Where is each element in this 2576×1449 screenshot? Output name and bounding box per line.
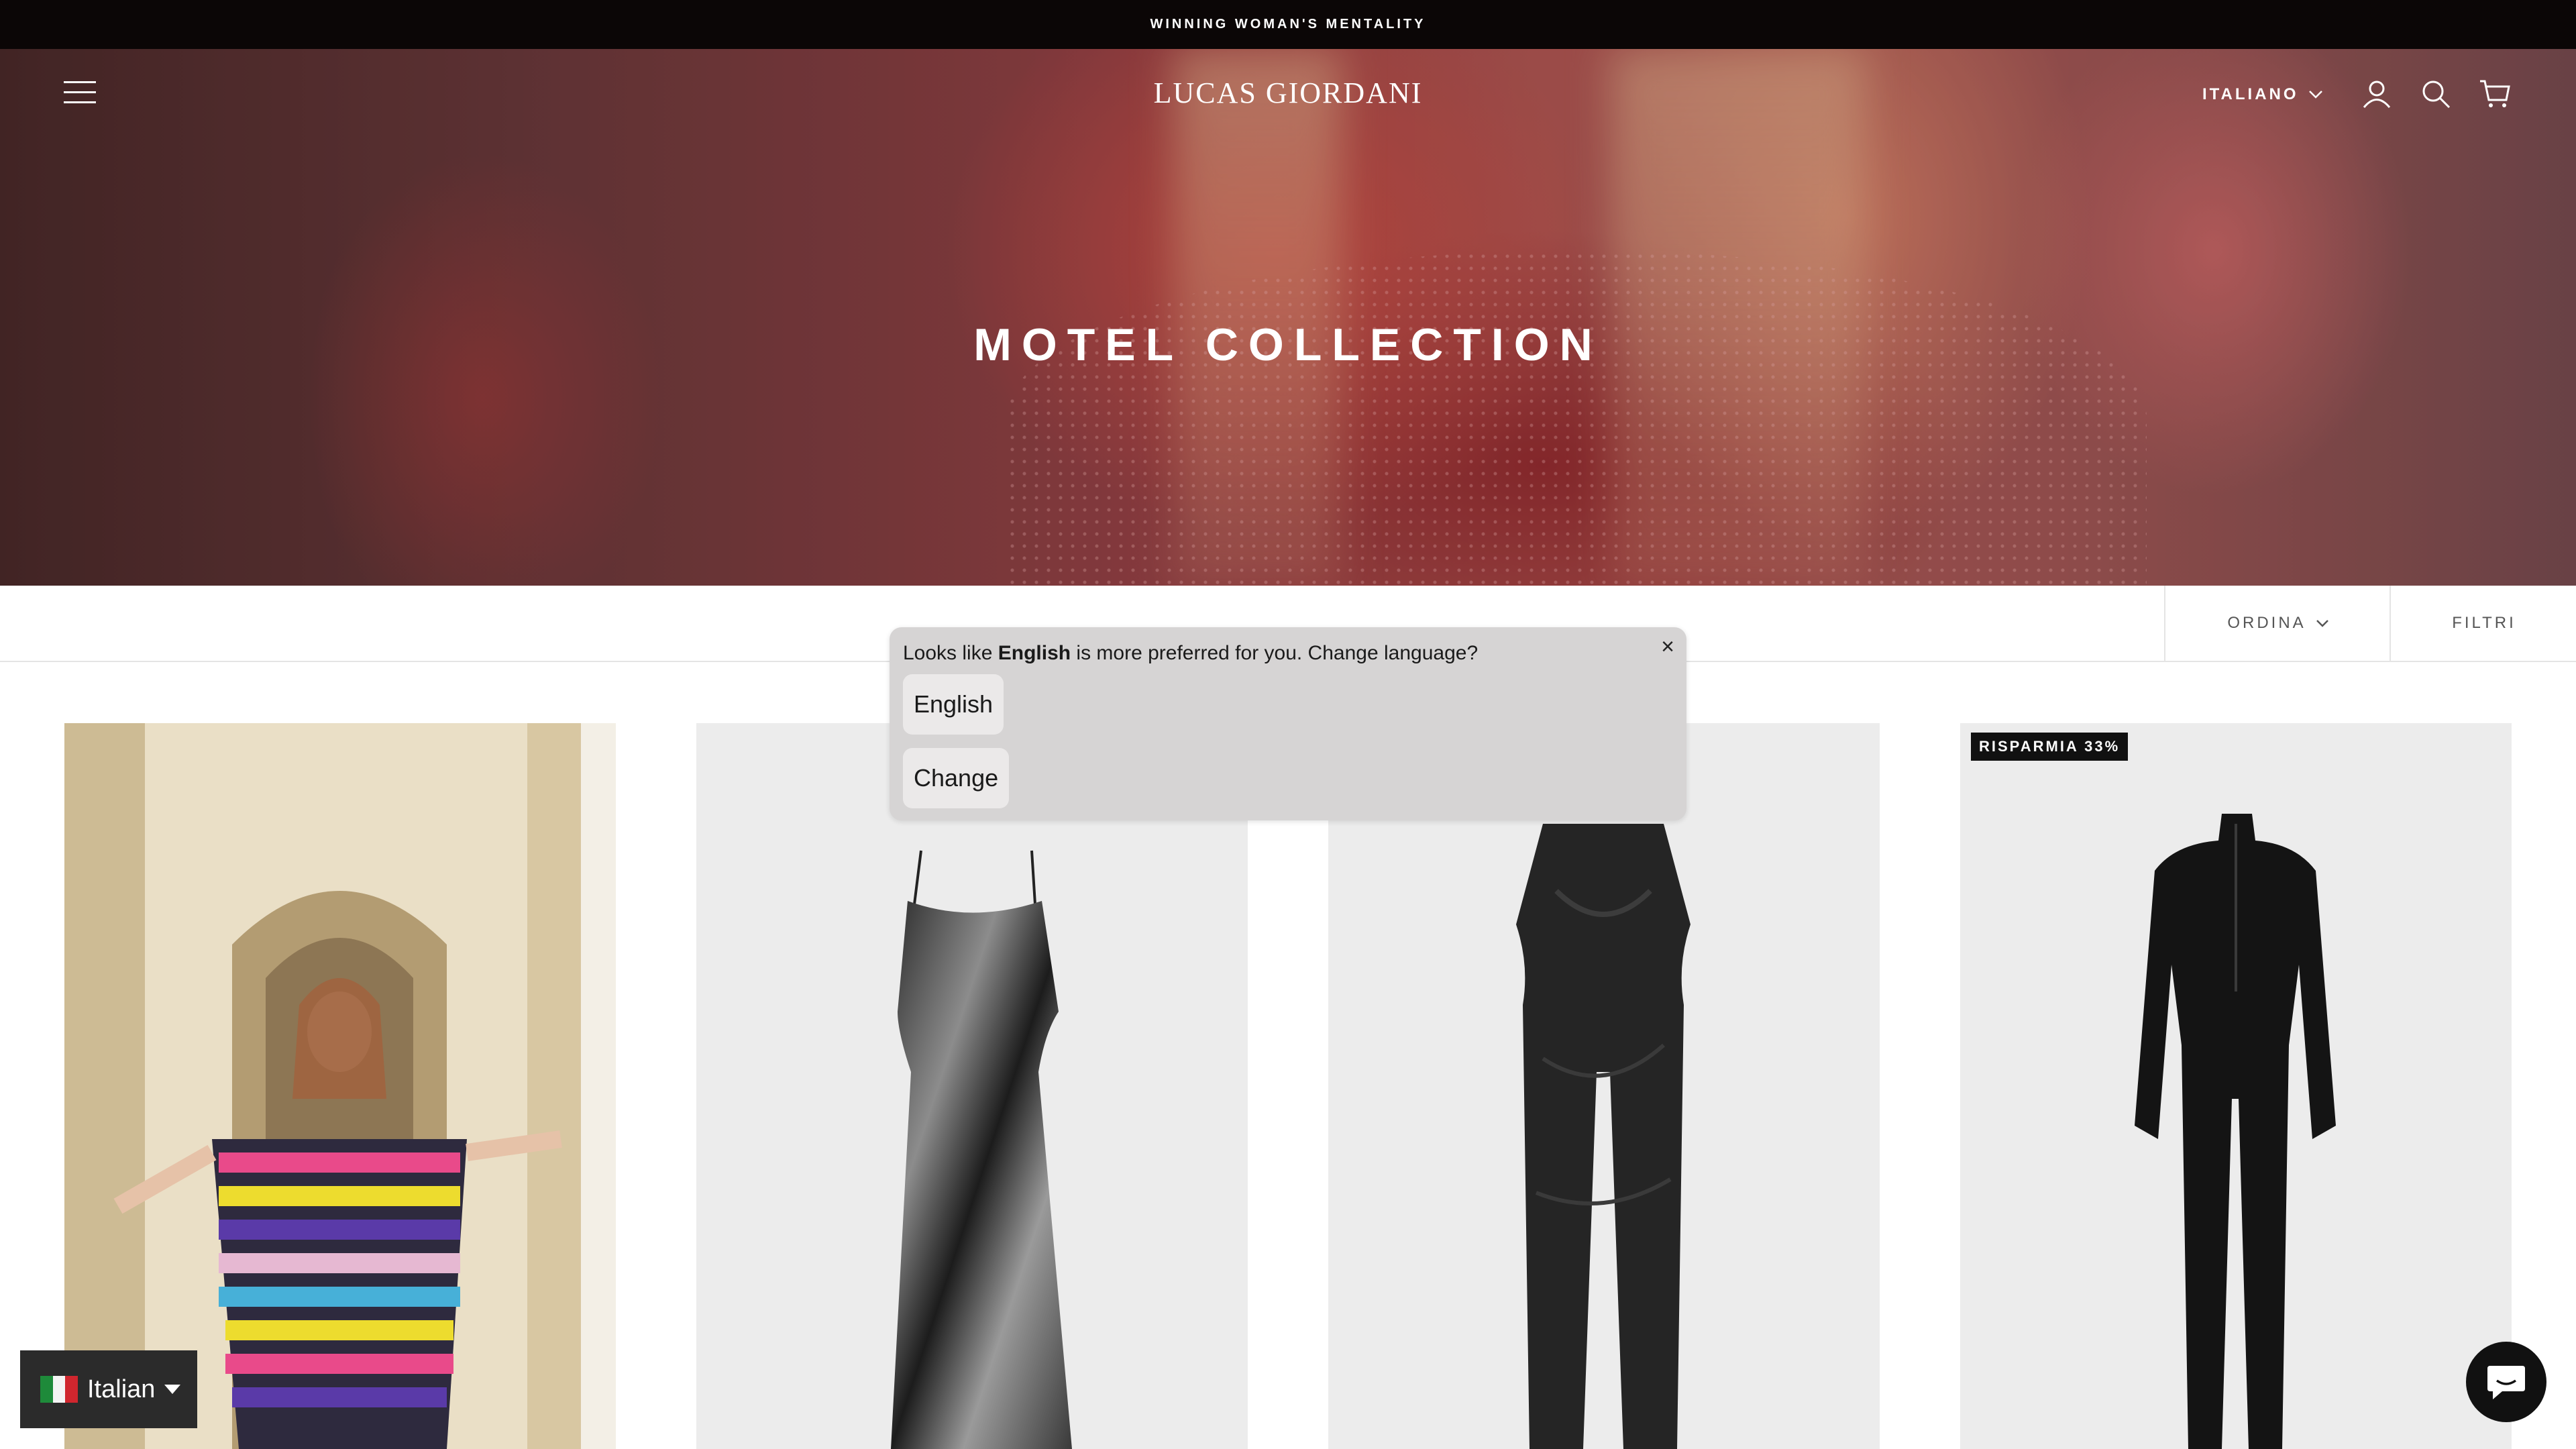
sort-button[interactable]: ORDINA <box>2164 586 2391 661</box>
product-card[interactable] <box>696 723 1248 1449</box>
language-switcher[interactable]: Italian <box>20 1350 197 1428</box>
product-image <box>1516 824 1690 1449</box>
site-header: LUCAS GIORDANI ITALIANO <box>0 49 2576 136</box>
product-image <box>2135 814 2336 1449</box>
cart-icon[interactable] <box>2478 77 2512 111</box>
search-icon[interactable] <box>2419 77 2453 111</box>
menu-icon <box>64 101 96 103</box>
chevron-down-icon <box>2308 91 2322 99</box>
filter-button[interactable]: FILTRI <box>2390 586 2576 661</box>
caret-down-icon <box>164 1385 181 1394</box>
italy-flag-icon <box>40 1376 78 1403</box>
chat-icon <box>2487 1366 2525 1399</box>
chevron-down-icon <box>2316 620 2328 627</box>
announcement-text: WINNING WOMAN'S MENTALITY <box>1150 17 1426 32</box>
menu-icon <box>64 91 96 93</box>
menu-button[interactable] <box>64 81 96 104</box>
filter-label: FILTRI <box>2452 614 2516 632</box>
hero-title: MOTEL COLLECTION <box>973 319 1603 370</box>
product-card[interactable] <box>1328 723 1880 1449</box>
announcement-bar: WINNING WOMAN'S MENTALITY <box>0 0 2576 49</box>
language-selector-label: ITALIANO <box>2202 85 2299 103</box>
discount-badge: RISPARMIA 33% <box>1971 733 2129 761</box>
popup-text-suffix: is more preferred for you. Change langua… <box>1071 642 1479 664</box>
site-logo[interactable]: LUCAS GIORDANI <box>1154 76 1423 109</box>
popup-language: English <box>998 642 1071 664</box>
change-language-button[interactable]: Change <box>903 748 1010 808</box>
product-image <box>891 850 1072 1449</box>
language-suggestion-popup: Looks like English is more preferred for… <box>890 627 1686 820</box>
chat-button[interactable] <box>2466 1342 2546 1422</box>
product-image <box>64 723 616 1449</box>
language-switcher-label: Italian <box>87 1375 156 1403</box>
logo-wrapper: LUCAS GIORDANI <box>0 76 2576 110</box>
menu-icon <box>64 81 96 83</box>
account-icon[interactable] <box>2360 77 2394 111</box>
popup-text-prefix: Looks like <box>903 642 998 664</box>
language-selector[interactable]: ITALIANO <box>2202 81 2323 108</box>
product-card[interactable] <box>64 723 616 1449</box>
close-icon[interactable]: × <box>1661 634 1674 660</box>
product-card[interactable]: RISPARMIA 33% <box>1960 723 2512 1449</box>
english-option-button[interactable]: English <box>903 674 1004 735</box>
sort-label: ORDINA <box>2227 614 2306 632</box>
popup-message: Looks like English is more preferred for… <box>903 642 1478 665</box>
